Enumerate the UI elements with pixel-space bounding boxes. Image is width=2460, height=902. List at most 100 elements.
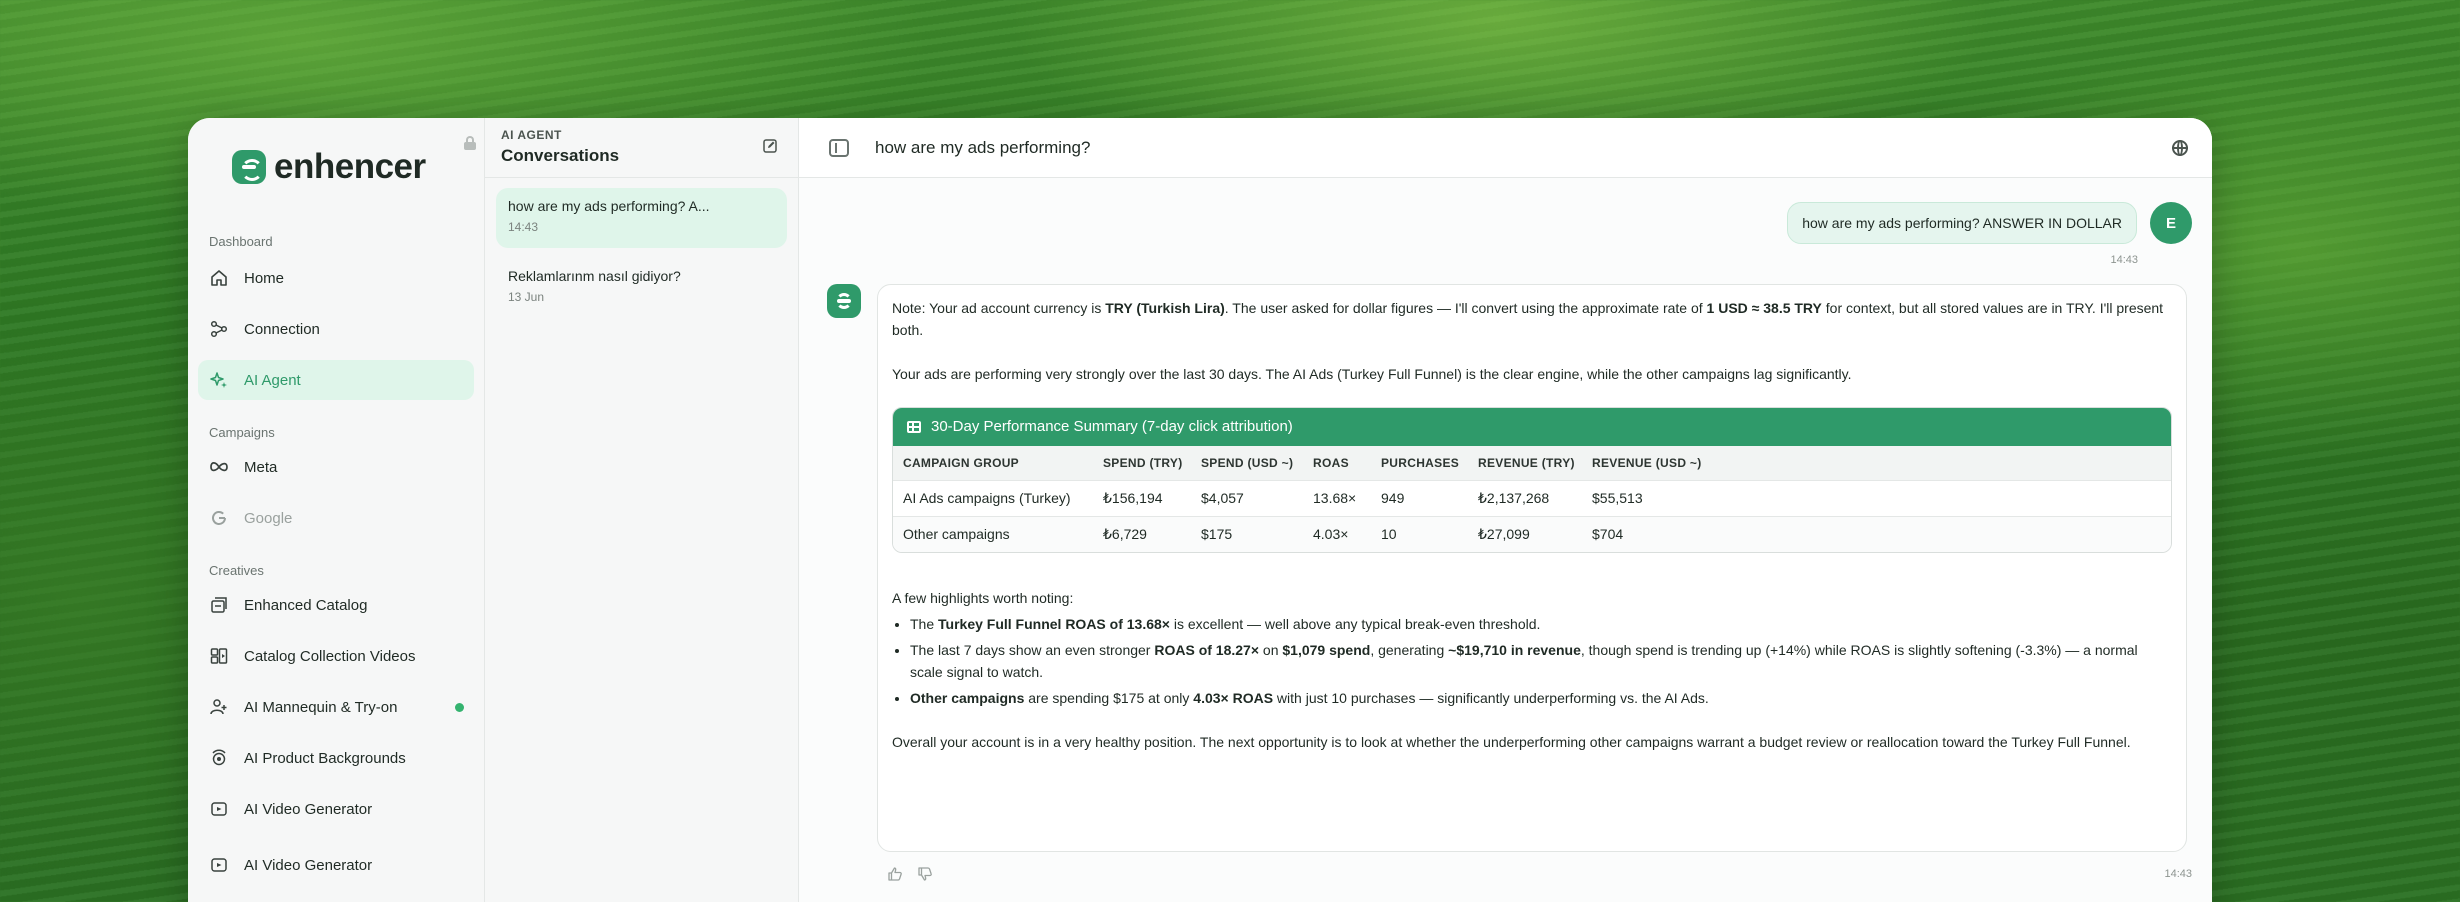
- sidebar-item-label: AI Mannequin & Try-on: [244, 698, 398, 716]
- conversations-header: AI AGENT Conversations: [485, 118, 798, 178]
- mannequin-icon: [209, 697, 229, 717]
- user-message: how are my ads performing? ANSWER IN DOL…: [1787, 202, 2137, 244]
- logo: enhencer: [232, 144, 484, 190]
- user-message-time: 14:43: [2110, 254, 2138, 266]
- table-cell: Other campaigns: [893, 515, 1093, 552]
- table-header: SPEND (TRY): [1093, 446, 1191, 480]
- conversations-kicker: AI AGENT: [501, 128, 562, 142]
- new-conversation-button[interactable]: [756, 134, 784, 162]
- intro-paragraph: Your ads are performing very strongly ov…: [892, 366, 1852, 382]
- sidebar-item-home[interactable]: Home: [198, 258, 474, 298]
- sidebar: enhencer Dashboard Home Connection AI Ag…: [188, 118, 485, 902]
- table-cell: ₺156,194: [1093, 479, 1191, 516]
- conversations-panel: AI AGENT Conversations how are my ads pe…: [485, 118, 799, 902]
- sidebar-item-google[interactable]: Google: [198, 498, 474, 538]
- table-title-bar: 30-Day Performance Summary (7-day click …: [893, 408, 2171, 446]
- conversation-item[interactable]: Reklamlarınm nasıl gidiyor? 13 Jun: [496, 258, 787, 318]
- sidebar-item-label: Meta: [244, 458, 278, 476]
- table-cell: $4,057: [1191, 479, 1303, 516]
- sidebar-item-ai-video-generator[interactable]: AI Video Generator: [198, 789, 474, 829]
- assistant-avatar-icon: [827, 284, 861, 318]
- list-item: The last 7 days show an even stronger RO…: [910, 639, 2172, 683]
- catalog-icon: [209, 595, 229, 615]
- table-cell: ₺6,729: [1093, 515, 1191, 552]
- lock-icon[interactable]: [464, 136, 476, 150]
- sidebar-item-connection[interactable]: Connection: [198, 309, 474, 349]
- table-cell: 10: [1371, 515, 1468, 552]
- sidebar-item-label: AI Agent: [244, 371, 301, 389]
- sidebar-item-label: AI Video Generator: [244, 800, 373, 818]
- sidebar-item-label: Connection: [244, 320, 320, 338]
- table-cell: 13.68×: [1303, 479, 1371, 516]
- sidebar-item-enhanced-catalog[interactable]: Enhanced Catalog: [198, 585, 474, 625]
- list-item: The Turkey Full Funnel ROAS of 13.68× is…: [910, 613, 2172, 635]
- sidebar-item-label: Enhanced Catalog: [244, 596, 368, 614]
- chat-area: how are my ads performing? how are my ad…: [799, 118, 2212, 902]
- home-icon: [209, 268, 229, 288]
- section-label-creatives: Creatives: [209, 563, 264, 578]
- conclusion-paragraph: Overall your account is in a very health…: [892, 734, 2131, 750]
- sidebar-item-label: Home: [244, 269, 285, 287]
- highlights-intro: A few highlights worth noting:: [892, 590, 1074, 606]
- edit-icon: [762, 138, 778, 159]
- table-cell: ₺27,099: [1468, 515, 1582, 552]
- table-icon: [907, 421, 921, 433]
- share-nodes-icon: [209, 319, 229, 339]
- performance-table-card: 30-Day Performance Summary (7-day click …: [892, 407, 2172, 553]
- google-g-icon: [209, 508, 229, 528]
- assistant-message-time: 14:43: [2164, 868, 2192, 880]
- sidebar-item-ai-product-backgrounds[interactable]: AI Product Backgrounds: [198, 738, 474, 778]
- video-icon: [209, 855, 229, 875]
- currency-note: Note: Your ad account currency is TRY (T…: [892, 300, 2164, 338]
- table-cell: $55,513: [1582, 479, 2171, 516]
- table-cell: $175: [1191, 515, 1303, 552]
- table-header: CAMPAIGN GROUP: [893, 446, 1093, 480]
- conversation-title: how are my ads performing? A...: [508, 198, 710, 214]
- conversation-time: 14:43: [508, 220, 539, 234]
- conversations-title: Conversations: [501, 146, 620, 165]
- table-cell: 4.03×: [1303, 515, 1371, 552]
- thumbs-up-icon[interactable]: [887, 866, 903, 882]
- section-label-campaigns: Campaigns: [209, 425, 275, 440]
- highlights-list: The Turkey Full Funnel ROAS of 13.68× is…: [892, 613, 2172, 709]
- sidebar-item-ai-video-generator-2[interactable]: AI Video Generator: [198, 845, 474, 885]
- video-icon: [209, 799, 229, 819]
- thumbs-down-icon[interactable]: [917, 866, 933, 882]
- table-row: AI Ads campaigns (Turkey) ₺156,194 $4,05…: [893, 479, 2171, 516]
- table-header-row: CAMPAIGN GROUP SPEND (TRY) SPEND (USD ~)…: [893, 446, 2171, 480]
- collection-icon: [209, 646, 229, 666]
- table-cell: 949: [1371, 479, 1468, 516]
- sidebar-item-label: AI Product Backgrounds: [244, 749, 406, 767]
- section-label-dashboard: Dashboard: [209, 234, 273, 249]
- table-header: PURCHASES: [1371, 446, 1468, 480]
- meta-infinity-icon: [209, 457, 229, 477]
- conversation-time: 13 Jun: [508, 290, 545, 304]
- chat-header: how are my ads performing?: [799, 118, 2212, 178]
- sidebar-item-catalog-collection-videos[interactable]: Catalog Collection Videos: [198, 636, 474, 676]
- conversation-title: Reklamlarınm nasıl gidiyor?: [508, 268, 681, 284]
- table-header: REVENUE (USD ~): [1582, 446, 2171, 480]
- table-cell: AI Ads campaigns (Turkey): [893, 479, 1093, 516]
- toggle-sidebar-icon[interactable]: [829, 138, 849, 157]
- globe-icon[interactable]: [2172, 140, 2188, 156]
- sidebar-item-label: Google: [244, 509, 293, 527]
- sparkle-icon: [209, 370, 229, 390]
- list-item: Other campaigns are spending $175 at onl…: [910, 687, 2172, 709]
- table-cell: $704: [1582, 515, 2171, 552]
- table-header: SPEND (USD ~): [1191, 446, 1303, 480]
- app-window: enhencer Dashboard Home Connection AI Ag…: [188, 118, 2212, 902]
- user-avatar: E: [2150, 202, 2192, 244]
- enhencer-logo-icon: [232, 150, 266, 184]
- conversation-item[interactable]: how are my ads performing? A... 14:43: [496, 188, 787, 248]
- table-header: ROAS: [1303, 446, 1371, 480]
- table-cell: ₺2,137,268: [1468, 479, 1582, 516]
- background-icon: [209, 748, 229, 768]
- sidebar-item-meta[interactable]: Meta: [198, 447, 474, 487]
- sidebar-item-label: Catalog Collection Videos: [244, 647, 416, 665]
- performance-table: CAMPAIGN GROUP SPEND (TRY) SPEND (USD ~)…: [893, 446, 2171, 552]
- sidebar-item-ai-mannequin[interactable]: AI Mannequin & Try-on: [198, 687, 474, 727]
- new-badge-dot: [455, 703, 464, 712]
- sidebar-item-label: AI Video Generator: [244, 856, 373, 874]
- feedback-buttons: [887, 866, 933, 882]
- sidebar-item-ai-agent[interactable]: AI Agent: [198, 360, 474, 400]
